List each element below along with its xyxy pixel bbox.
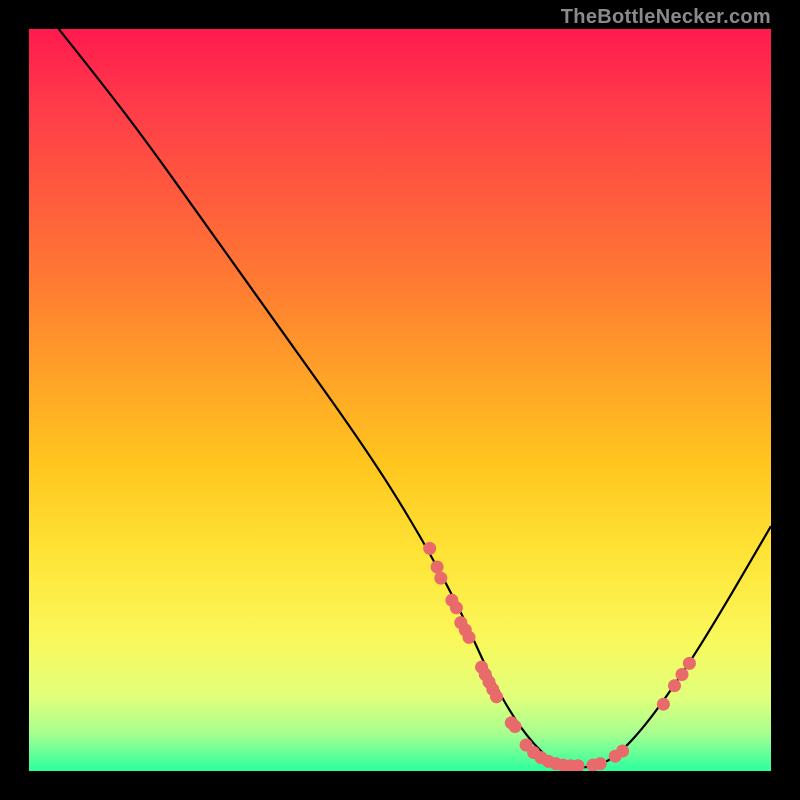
data-point (668, 679, 681, 692)
data-point (676, 668, 689, 681)
data-point (509, 720, 522, 733)
data-point (431, 561, 444, 574)
data-point (463, 631, 476, 644)
data-point (423, 542, 436, 555)
bottleneck-curve (59, 29, 771, 767)
data-point (616, 745, 629, 758)
attribution-text: TheBottleNecker.com (561, 6, 771, 29)
data-point (450, 601, 463, 614)
data-point (594, 757, 607, 770)
data-point (683, 657, 696, 670)
data-points-group (423, 542, 696, 771)
chart-area (29, 29, 771, 771)
data-point (434, 572, 447, 585)
data-point (657, 698, 670, 711)
chart-svg (29, 29, 771, 771)
data-point (490, 690, 503, 703)
